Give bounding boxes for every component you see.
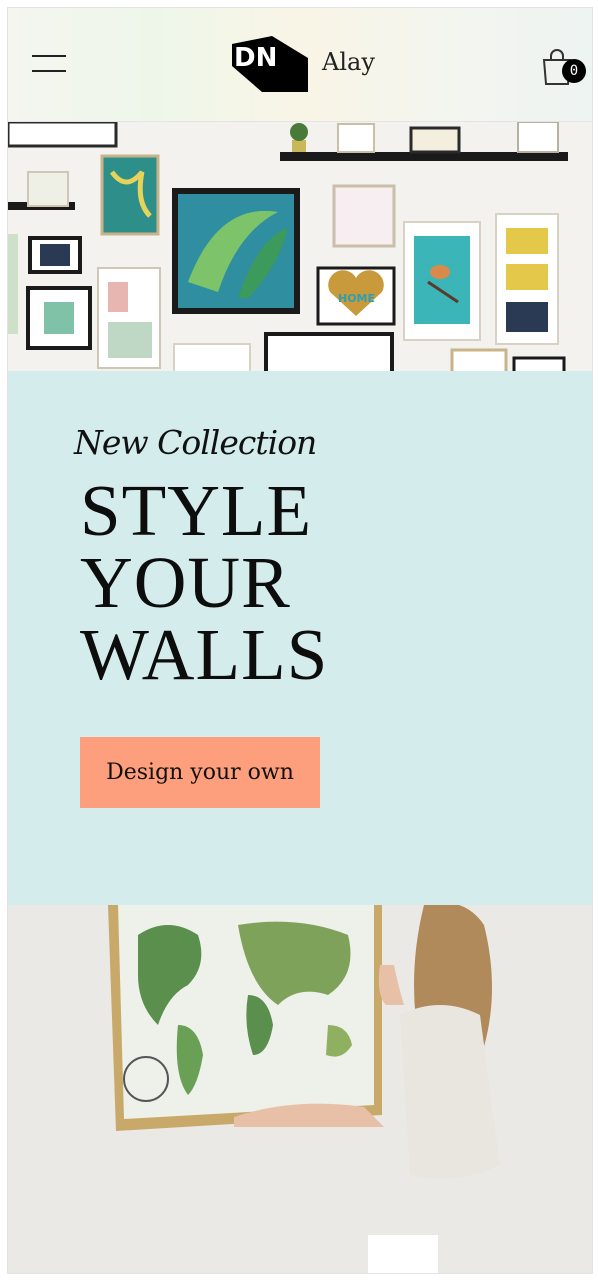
hero-headline: STYLE YOUR WALLS	[80, 470, 480, 695]
page-frame: DN Alay 0 HOME New Collection STYLE YOUR…	[7, 7, 593, 1274]
hamburger-menu-icon[interactable]	[32, 53, 66, 75]
promo-banner: New Collection STYLE YOUR WALLS Design y…	[8, 371, 592, 905]
cart-count-badge: 0	[562, 59, 586, 83]
heart-sign-text: HOME	[338, 292, 375, 305]
gallery-wall-image: HOME	[8, 122, 592, 371]
headline-line-1: STYLE	[80, 470, 313, 551]
brand-logo[interactable]: DN	[232, 36, 308, 92]
design-your-own-button[interactable]: Design your own	[80, 737, 320, 808]
cart-button[interactable]: 0	[538, 42, 590, 94]
brand-name[interactable]: Alay	[322, 48, 375, 76]
woman-hanging-world-map-photo	[8, 905, 592, 1273]
map-illustration	[8, 905, 592, 1273]
gallery-illustration: HOME	[8, 122, 592, 371]
logo-text: DN	[234, 43, 277, 73]
headline-line-2: YOUR	[80, 542, 291, 623]
headline-line-3: WALLS	[80, 614, 329, 695]
eyebrow-text: New Collection	[74, 423, 317, 462]
site-header: DN Alay 0	[8, 8, 592, 122]
